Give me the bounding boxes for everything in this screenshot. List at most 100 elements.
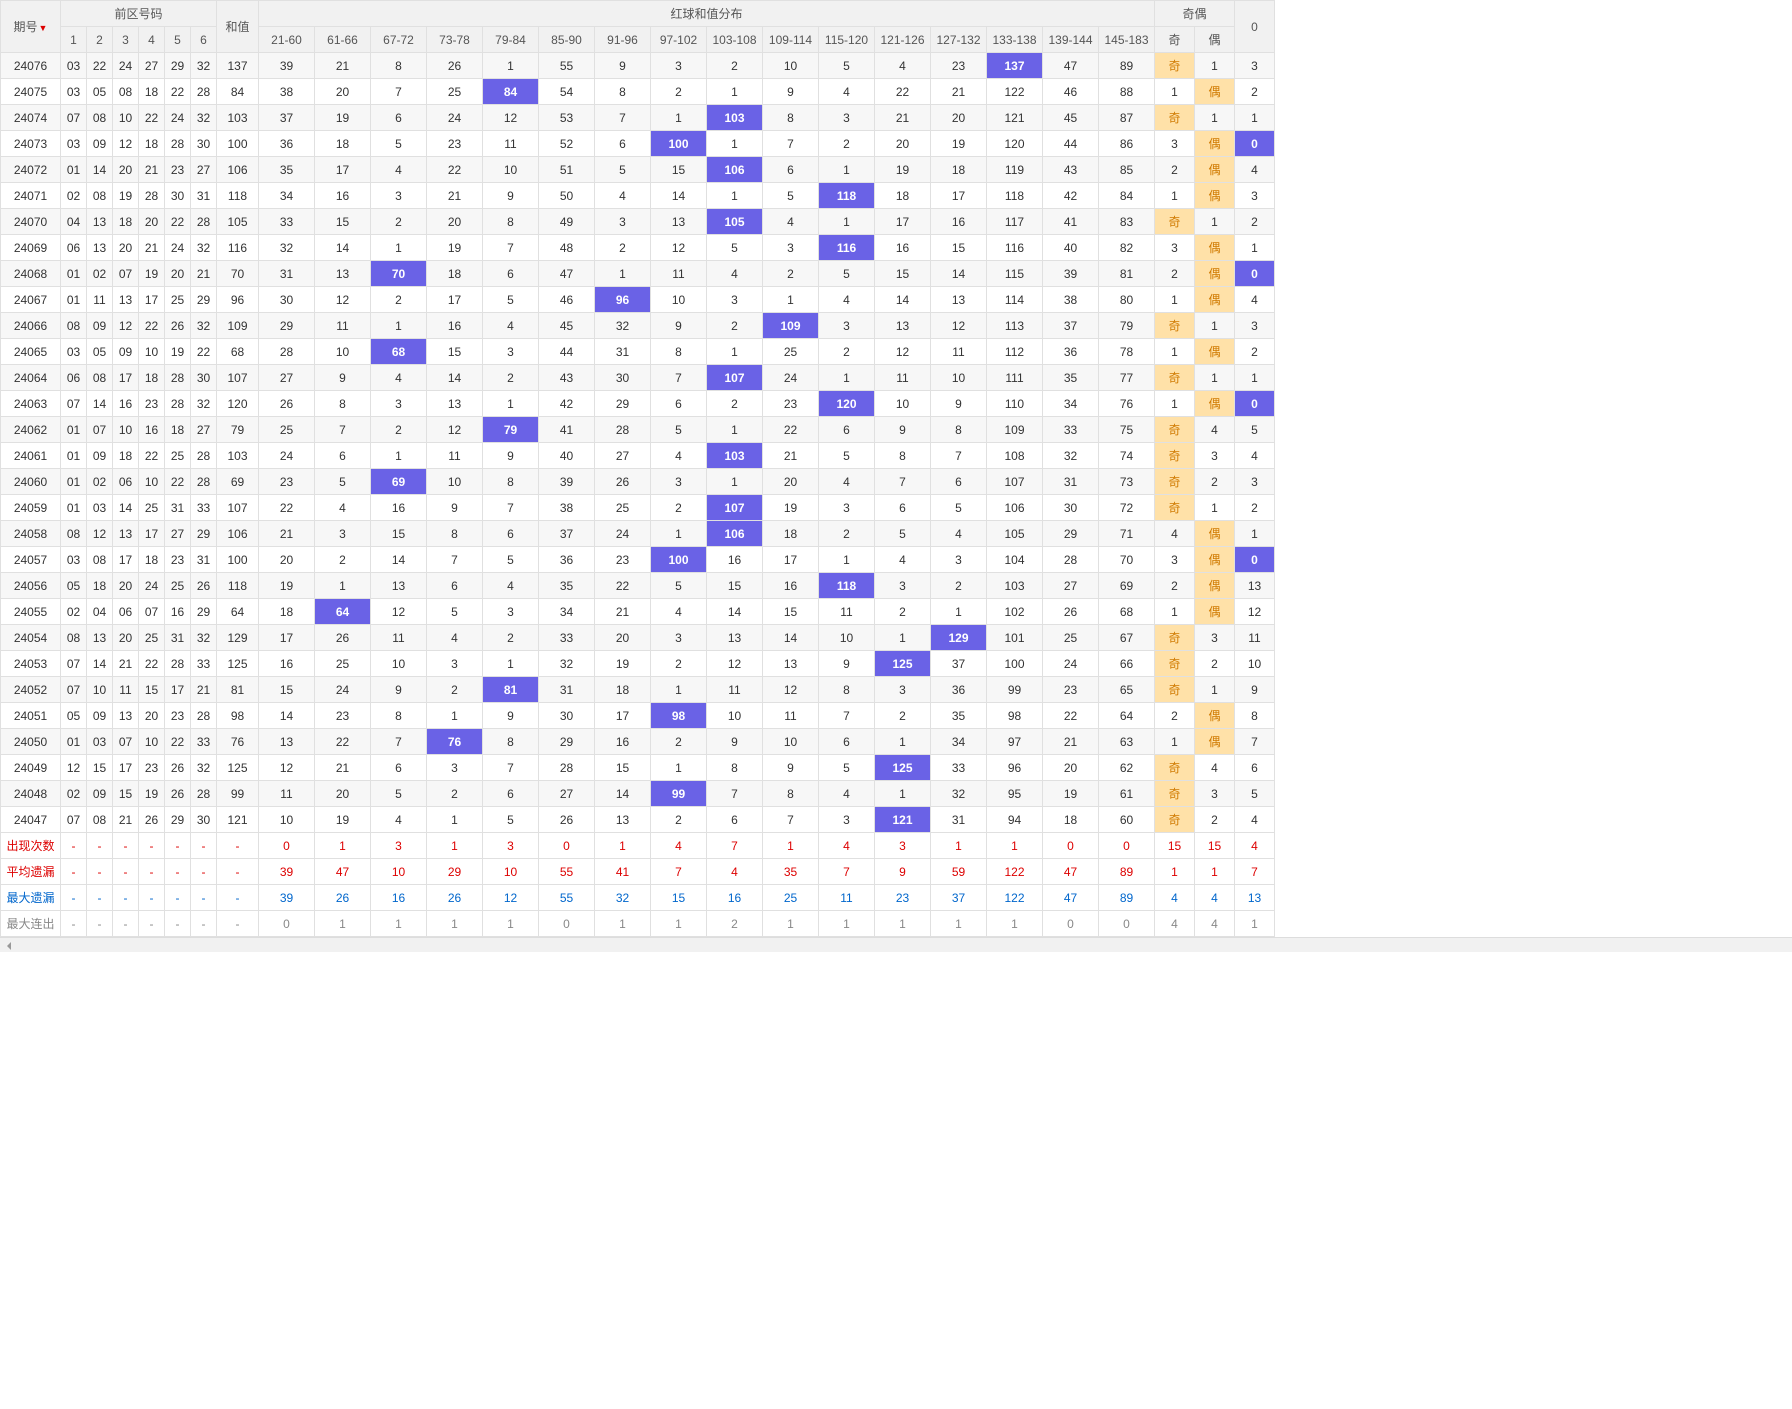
- col-range-4[interactable]: 79-84: [483, 27, 539, 53]
- cell-qian: 09: [87, 703, 113, 729]
- col-qian-2[interactable]: 2: [87, 27, 113, 53]
- cell-dist: 14: [259, 703, 315, 729]
- cell-dist: 102: [987, 599, 1043, 625]
- table-row: 2407201142021232710635174221051515106611…: [1, 157, 1275, 183]
- horizontal-scrollbar[interactable]: [0, 937, 1792, 952]
- col-range-9[interactable]: 109-114: [763, 27, 819, 53]
- cell-qian: 08: [87, 547, 113, 573]
- sort-icon[interactable]: ▼: [39, 23, 48, 33]
- col-odd[interactable]: 奇: [1155, 27, 1195, 53]
- cell-oe: 5: [1235, 781, 1275, 807]
- cell-qian: 08: [87, 183, 113, 209]
- col-range-12[interactable]: 127-132: [931, 27, 987, 53]
- cell-dist: 5: [483, 547, 539, 573]
- col-qian-5[interactable]: 5: [165, 27, 191, 53]
- col-range-0[interactable]: 21-60: [259, 27, 315, 53]
- cell-dist: 3: [427, 755, 483, 781]
- cell-dist: 3: [595, 209, 651, 235]
- cell-dist: 54: [539, 79, 595, 105]
- col-range-6[interactable]: 91-96: [595, 27, 651, 53]
- cell-dist: 5: [707, 235, 763, 261]
- cell-dist: 11: [315, 313, 371, 339]
- col-sum[interactable]: 和值: [217, 1, 259, 53]
- cell-dist: 4: [483, 313, 539, 339]
- col-range-3[interactable]: 73-78: [427, 27, 483, 53]
- col-range-15[interactable]: 145-183: [1099, 27, 1155, 53]
- stat-cell: -: [217, 911, 259, 937]
- cell-dist: 15: [259, 677, 315, 703]
- cell-dist: 18: [763, 521, 819, 547]
- cell-dist: 8: [595, 79, 651, 105]
- cell-dist: 20: [315, 79, 371, 105]
- col-zero[interactable]: 0: [1235, 1, 1275, 53]
- cell-qian: 03: [61, 547, 87, 573]
- col-qian-1[interactable]: 1: [61, 27, 87, 53]
- cell-dist: 8: [315, 391, 371, 417]
- cell-sum: 69: [217, 469, 259, 495]
- col-range-5[interactable]: 85-90: [539, 27, 595, 53]
- stat-cell: -: [61, 885, 87, 911]
- cell-dist: 105: [707, 209, 763, 235]
- cell-oe: 2: [1155, 261, 1195, 287]
- cell-oe: 1: [1195, 365, 1235, 391]
- cell-sum: 105: [217, 209, 259, 235]
- cell-qian: 01: [61, 469, 87, 495]
- cell-dist: 37: [931, 651, 987, 677]
- cell-dist: 105: [987, 521, 1043, 547]
- cell-dist: 2: [651, 807, 707, 833]
- col-even[interactable]: 偶: [1195, 27, 1235, 53]
- cell-dist: 1: [819, 547, 875, 573]
- cell-dist: 107: [707, 365, 763, 391]
- col-range-8[interactable]: 103-108: [707, 27, 763, 53]
- cell-dist: 76: [427, 729, 483, 755]
- stat-cell: 16: [707, 885, 763, 911]
- cell-qian: 20: [139, 703, 165, 729]
- cell-dist: 3: [763, 235, 819, 261]
- cell-qian: 26: [191, 573, 217, 599]
- cell-sum: 100: [217, 131, 259, 157]
- cell-dist: 37: [259, 105, 315, 131]
- cell-dist: 8: [651, 339, 707, 365]
- table-row: 2406406081718283010727941424330710724111…: [1, 365, 1275, 391]
- cell-qian: 02: [87, 261, 113, 287]
- cell-sum: 107: [217, 365, 259, 391]
- cell-qian: 06: [61, 235, 87, 261]
- cell-dist: 7: [371, 79, 427, 105]
- cell-dist: 9: [595, 53, 651, 79]
- col-qian-6[interactable]: 6: [191, 27, 217, 53]
- col-range-7[interactable]: 97-102: [651, 27, 707, 53]
- cell-dist: 125: [875, 651, 931, 677]
- cell-qian: 11: [113, 677, 139, 703]
- cell-dist: 37: [539, 521, 595, 547]
- stat-row: 最大遗漏-------39261626125532151625112337122…: [1, 885, 1275, 911]
- col-period[interactable]: 期号▼: [1, 1, 61, 53]
- cell-oe: 3: [1155, 235, 1195, 261]
- stat-cell: 26: [315, 885, 371, 911]
- cell-oe: 偶: [1195, 261, 1235, 287]
- cell-qian: 28: [191, 209, 217, 235]
- col-range-14[interactable]: 139-144: [1043, 27, 1099, 53]
- col-range-11[interactable]: 121-126: [875, 27, 931, 53]
- col-range-2[interactable]: 67-72: [371, 27, 427, 53]
- cell-oe: 0: [1235, 391, 1275, 417]
- stat-cell: 4: [651, 833, 707, 859]
- cell-dist: 104: [987, 547, 1043, 573]
- cell-oe: 4: [1235, 443, 1275, 469]
- cell-qian: 30: [191, 131, 217, 157]
- stat-cell: 1: [931, 833, 987, 859]
- cell-qian: 29: [191, 599, 217, 625]
- col-qian-4[interactable]: 4: [139, 27, 165, 53]
- cell-dist: 3: [651, 53, 707, 79]
- col-range-13[interactable]: 133-138: [987, 27, 1043, 53]
- col-range-10[interactable]: 115-120: [819, 27, 875, 53]
- cell-dist: 39: [539, 469, 595, 495]
- cell-oe: 3: [1235, 469, 1275, 495]
- col-qian-3[interactable]: 3: [113, 27, 139, 53]
- stat-cell: -: [113, 833, 139, 859]
- cell-period: 24057: [1, 547, 61, 573]
- col-range-1[interactable]: 61-66: [315, 27, 371, 53]
- cell-qian: 23: [165, 703, 191, 729]
- cell-oe: 2: [1155, 573, 1195, 599]
- cell-dist: 30: [595, 365, 651, 391]
- cell-dist: 21: [259, 521, 315, 547]
